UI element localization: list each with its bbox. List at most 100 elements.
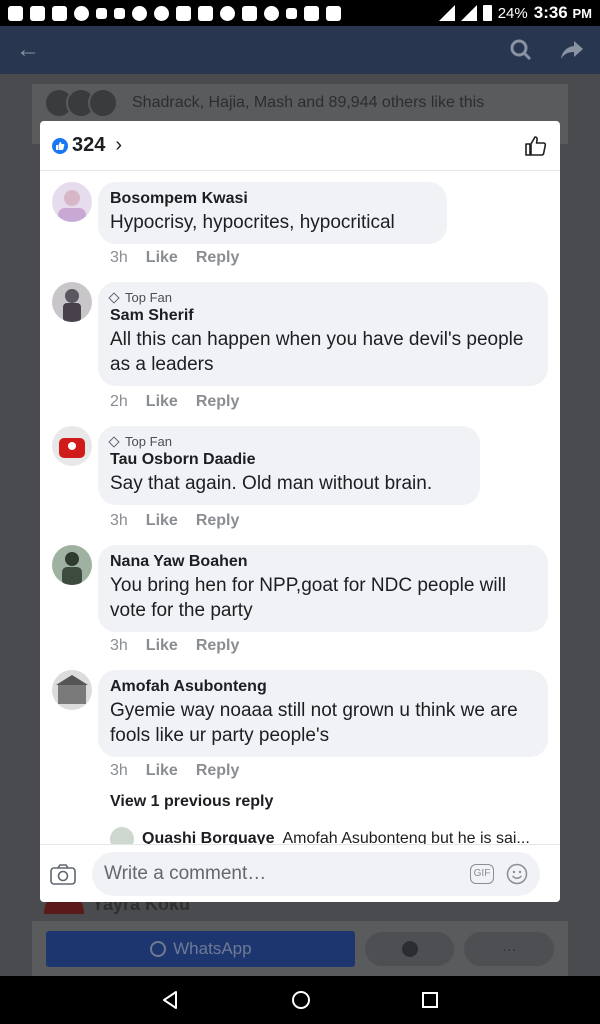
- reply-button[interactable]: Reply: [196, 637, 240, 655]
- reply-author[interactable]: Quashi Borquaye: [142, 830, 274, 844]
- like-button[interactable]: Like: [146, 393, 178, 411]
- liker-avatars: [44, 88, 118, 118]
- reply-button[interactable]: Reply: [196, 762, 240, 780]
- notification-icons: [8, 5, 341, 21]
- camera-icon[interactable]: [50, 863, 76, 885]
- comment-bubble[interactable]: Bosompem Kwasi Hypocrisy, hypocrites, hy…: [98, 182, 447, 244]
- emoji-icon[interactable]: [506, 863, 528, 885]
- whatsapp-share-button[interactable]: WhatsApp: [46, 930, 355, 967]
- like-button[interactable]: Like: [146, 249, 178, 267]
- app-header: ←: [0, 26, 600, 74]
- home-nav-icon[interactable]: [291, 990, 311, 1010]
- avatar[interactable]: [52, 282, 92, 322]
- likes-summary: Shadrack, Hajia, Mash and 89,944 others …: [132, 94, 485, 111]
- like-reaction-icon: [52, 137, 68, 154]
- battery-percent: 24%: [497, 4, 528, 22]
- diamond-icon: [108, 291, 120, 304]
- comment-time: 3h: [110, 637, 128, 654]
- signal-icon: [438, 5, 455, 21]
- top-fan-badge: Top Fan: [108, 434, 468, 449]
- reply-text: Amofah Asubonteng but he is sai...: [282, 830, 530, 844]
- recents-nav-icon[interactable]: [421, 991, 439, 1009]
- status-bar: 24% 3:36 PM: [0, 0, 600, 26]
- view-previous-replies-link[interactable]: View 1 previous reply: [110, 793, 273, 811]
- comment-list[interactable]: Bosompem Kwasi Hypocrisy, hypocrites, hy…: [40, 172, 560, 844]
- square-icon: [304, 5, 319, 21]
- thumbs-up-icon[interactable]: [524, 134, 548, 158]
- commenter-name[interactable]: Sam Sherif: [110, 307, 536, 325]
- avatar[interactable]: [52, 182, 92, 222]
- commenter-name[interactable]: Bosompem Kwasi: [110, 190, 435, 208]
- comment-time: 3h: [110, 512, 128, 529]
- chevron-right-icon[interactable]: ›: [115, 134, 122, 157]
- comment-bubble[interactable]: Nana Yaw Boahen You bring hen for NPP,go…: [98, 545, 548, 632]
- more-share-button[interactable]: ···: [464, 931, 554, 966]
- battery-icon: [482, 5, 492, 21]
- comment-composer: GIF: [40, 844, 560, 902]
- bell-icon: [286, 7, 297, 19]
- comment-text: You bring hen for NPP,goat for NDC peopl…: [110, 575, 507, 621]
- search-icon[interactable]: [510, 39, 532, 61]
- commenter-name[interactable]: Tau Osborn Daadie: [110, 451, 468, 469]
- messenger-share-button[interactable]: [364, 931, 455, 966]
- avatar: [88, 88, 118, 118]
- like-button[interactable]: Like: [146, 637, 178, 655]
- comment-actions: 3h Like Reply: [110, 637, 239, 655]
- reactions-header[interactable]: 324 ›: [40, 121, 560, 171]
- messenger-icon: [220, 5, 235, 21]
- n-icon: [30, 5, 45, 21]
- flipboard-icon: [52, 5, 67, 21]
- comment-input-wrapper[interactable]: GIF: [92, 851, 540, 896]
- instagram-icon: [198, 5, 213, 21]
- reply-button[interactable]: Reply: [196, 512, 240, 530]
- reply-button[interactable]: Reply: [196, 393, 240, 411]
- gallery-icon: [176, 5, 191, 21]
- dot-icon: [264, 5, 279, 21]
- like-button[interactable]: Like: [146, 512, 178, 530]
- avatar[interactable]: [110, 827, 134, 844]
- app-icon-2: [132, 5, 147, 21]
- comment-actions: 2h Like Reply: [110, 393, 239, 411]
- comment-time: 3h: [110, 762, 128, 779]
- comment-time: 3h: [110, 249, 128, 266]
- post-likes: Shadrack, Hajia, Mash and 89,944 others …: [44, 88, 484, 118]
- back-nav-icon[interactable]: [161, 990, 181, 1010]
- mail-icon: [242, 5, 257, 21]
- back-arrow-icon[interactable]: ←: [16, 36, 40, 64]
- diamond-icon: [108, 435, 120, 448]
- commenter-name[interactable]: Amofah Asubonteng: [110, 678, 536, 696]
- comment-actions: 3h Like Reply: [110, 249, 239, 267]
- instagram-icon-2: [326, 5, 341, 21]
- download-icon-2: [114, 7, 125, 19]
- commenter-name[interactable]: Nana Yaw Boahen: [110, 553, 536, 571]
- comments-dialog: 324 › Bosompem Kwasi Hypocrisy, hypocrit…: [40, 121, 560, 902]
- whatsapp-icon: [150, 940, 167, 957]
- gif-button[interactable]: GIF: [470, 863, 494, 884]
- comment-input[interactable]: [104, 862, 460, 885]
- chat-icon: [8, 5, 23, 21]
- comment-bubble[interactable]: Top Fan Tau Osborn Daadie Say that again…: [98, 426, 480, 505]
- top-fan-badge: Top Fan: [108, 290, 536, 305]
- comment-text: Hypocrisy, hypocrites, hypocritical: [110, 212, 395, 233]
- clock: 3:36 PM: [533, 3, 592, 22]
- share-icon[interactable]: [560, 39, 584, 61]
- comment-time: 2h: [110, 393, 128, 410]
- signal-icon-2: [460, 5, 477, 21]
- comment-bubble[interactable]: Amofah Asubonteng Gyemie way noaaa still…: [98, 670, 548, 757]
- avatar[interactable]: [52, 426, 92, 466]
- avatar[interactable]: [52, 545, 92, 585]
- reply-preview[interactable]: Quashi Borquaye Amofah Asubonteng but he…: [110, 827, 550, 844]
- reaction-count: 324: [72, 134, 106, 156]
- app-icon: [74, 5, 89, 21]
- comment-text: All this can happen when you have devil'…: [110, 329, 524, 375]
- like-button[interactable]: Like: [146, 762, 178, 780]
- whatsapp-icon: [154, 5, 169, 21]
- reply-button[interactable]: Reply: [196, 249, 240, 267]
- comment-actions: 3h Like Reply: [110, 762, 239, 780]
- system-nav-bar: [0, 976, 600, 1024]
- comment-text: Say that again. Old man without brain.: [110, 473, 433, 494]
- avatar[interactable]: [52, 670, 92, 710]
- download-icon: [96, 7, 107, 19]
- comment-text: Gyemie way noaaa still not grown u think…: [110, 700, 518, 746]
- comment-bubble[interactable]: Top Fan Sam Sherif All this can happen w…: [98, 282, 548, 386]
